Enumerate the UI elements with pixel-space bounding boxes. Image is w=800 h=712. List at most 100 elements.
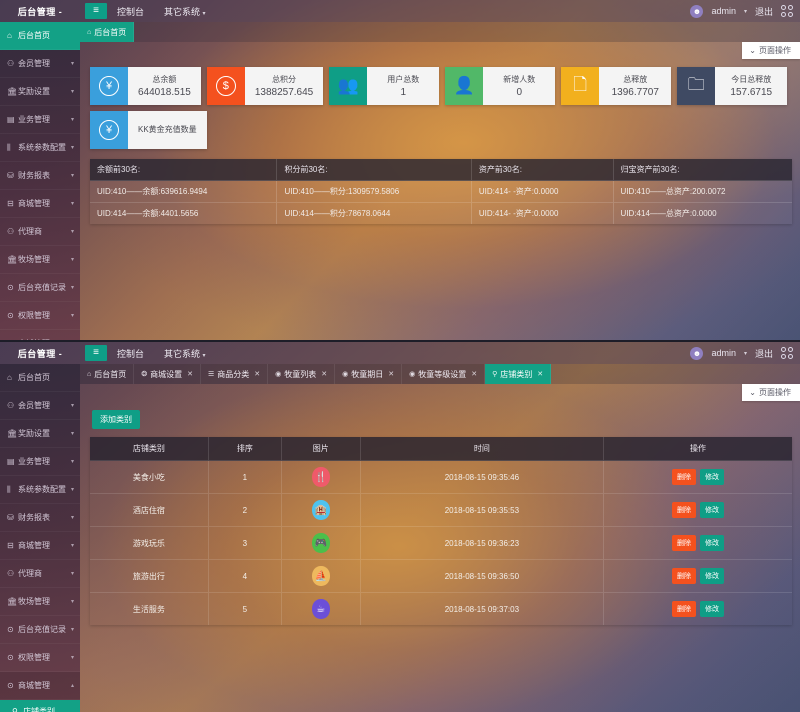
edit-button[interactable]: 修改 <box>700 601 725 617</box>
sidebar-item-3[interactable]: ▤ 业务管理 ▾ <box>0 448 80 476</box>
user-name[interactable]: admin <box>711 348 736 358</box>
stat-card-icon: 🗋 <box>561 67 600 105</box>
stat-card-value: 1 <box>400 87 407 98</box>
stat-card-value: 644018.515 <box>138 87 191 98</box>
close-icon[interactable]: ✕ <box>187 370 193 378</box>
stat-card-0[interactable]: ¥ 总余额 644018.515 <box>90 67 201 105</box>
总余额-icon: ¥ <box>99 76 119 96</box>
stat-card-5[interactable]: 🗀 今日总释放 157.6715 <box>677 67 788 105</box>
tab-0[interactable]: ⌂ 后台首页 <box>80 364 135 384</box>
sidebar-subitem-0[interactable]: ⚲ 店铺类别 <box>0 700 80 712</box>
chevron-down-icon: ▾ <box>743 8 747 15</box>
edit-button[interactable]: 修改 <box>700 535 725 551</box>
sidebar-item-label: 财务报表 <box>18 513 50 522</box>
sidebar-item-7[interactable]: ⚇ 代理商 ▾ <box>0 560 80 588</box>
sidebar-collapse-button[interactable]: ≡ <box>85 3 107 19</box>
edit-button[interactable]: 修改 <box>700 568 725 584</box>
sidebar-collapse-button[interactable]: ≡ <box>85 345 107 361</box>
奖励设置-icon: 🏛 <box>7 87 18 96</box>
sidebar-item-10[interactable]: ⊙ 权限管理 ▾ <box>0 302 80 330</box>
page-ops-label: 页面操作 <box>759 46 791 55</box>
sidebar-item-11[interactable]: ⊙商城管理▾ <box>0 330 80 340</box>
sidebar-item-9[interactable]: ⊙ 后台充值记录 ▾ <box>0 616 80 644</box>
edit-button[interactable]: 修改 <box>700 469 725 485</box>
close-icon[interactable]: ✕ <box>471 370 477 378</box>
category-sort: 3 <box>208 526 282 560</box>
sidebar-item-8[interactable]: 🏛 牧场管理 ▾ <box>0 246 80 274</box>
stat-card-icon: ¥ <box>90 67 128 105</box>
delete-button[interactable]: 删除 <box>672 601 697 617</box>
page-ops-button[interactable]: ⌄ 页面操作 <box>742 384 800 401</box>
stat-card-3[interactable]: 👤 新增人数 0 <box>445 67 556 105</box>
tab-6[interactable]: ⚲ 店铺类别 ✕ <box>485 364 552 384</box>
tab-3[interactable]: ◉ 牧童列表 ✕ <box>268 364 336 384</box>
sidebar-item-4[interactable]: ⫼ 系统参数配置 ▾ <box>0 476 80 504</box>
sidebar-item-label: 商城管理 <box>18 681 50 690</box>
sidebar-item-11[interactable]: ⊙ 商城管理 ▴ <box>0 672 80 700</box>
sidebar-item-9[interactable]: ⊙ 后台充值记录 ▾ <box>0 274 80 302</box>
top-admin-window: 后台管理 - ≡ 控制台 其它系统 ▾ ☻ admin ▾ 退出 ⌂ 后台首页 ⚇ 会… <box>0 0 800 340</box>
sidebar-item-0[interactable]: ⌂ 后台首页 <box>0 22 80 50</box>
category-name: 生活服务 <box>90 592 209 625</box>
stat-card-1[interactable]: $ 总积分 1388257.645 <box>206 67 324 105</box>
sidebar-item-8[interactable]: 🏛 牧场管理 ▾ <box>0 588 80 616</box>
delete-button[interactable]: 删除 <box>672 535 697 551</box>
sidebar-item-3[interactable]: ▤ 业务管理 ▾ <box>0 106 80 134</box>
table-row: 旅游出行 4 ⛵ 2018-08-15 09:36:50 删除 修改 <box>90 559 792 593</box>
avatar: ☻ <box>690 346 704 360</box>
sidebar-item-label: 奖励设置 <box>18 87 50 96</box>
tab-0[interactable]: ⌂ 后台首页 <box>80 22 135 42</box>
nav-link-other-systems[interactable]: 其它系统 ▾ <box>154 347 216 360</box>
stat-card-6[interactable]: ¥ KK黄金充值数量 <box>90 111 207 149</box>
sidebar-item-1[interactable]: ⚇ 会员管理 ▾ <box>0 50 80 78</box>
grid-icon[interactable] <box>781 347 793 359</box>
商城管理-icon: ⊙ <box>7 339 18 340</box>
add-category-button[interactable]: 添加类别 <box>92 410 140 429</box>
stat-card-4[interactable]: 🗋 总释放 1396.7707 <box>561 67 672 105</box>
sidebar-bottom: ⌂ 后台首页 ⚇ 会员管理 ▾ 🏛 奖励设置 ▾ ▤ 业务管理 ▾ ⫼ 系统参数配置 ▾ ⛁ 财务报表 ▾ ⊟ 商城… <box>0 364 80 712</box>
stat-card-title: 今日总释放 <box>731 75 772 84</box>
sidebar-item-6[interactable]: ⊟ 商城管理 ▾ <box>0 532 80 560</box>
sidebar-item-4[interactable]: ⫼ 系统参数配置 ▾ <box>0 134 80 162</box>
category-icon: ☕ <box>311 599 330 619</box>
close-icon[interactable]: ✕ <box>388 370 394 378</box>
nav-link-other-systems[interactable]: 其它系统 ▾ <box>154 5 216 18</box>
tab-icon: ◉ <box>275 371 282 378</box>
sidebar-item-label: 会员管理 <box>18 401 50 410</box>
nav-link-console[interactable]: 控制台 <box>107 5 154 18</box>
grid-icon[interactable] <box>781 5 793 17</box>
sidebar-item-2[interactable]: 🏛 奖励设置 ▾ <box>0 420 80 448</box>
delete-button[interactable]: 删除 <box>672 469 697 485</box>
新增人数-icon: 👤 <box>453 76 475 95</box>
logout-button[interactable]: 退出 <box>755 5 773 18</box>
close-icon[interactable]: ✕ <box>254 370 260 378</box>
sidebar-item-6[interactable]: ⊟ 商城管理 ▾ <box>0 190 80 218</box>
logout-button[interactable]: 退出 <box>755 347 773 360</box>
close-icon[interactable]: ✕ <box>537 370 543 378</box>
tab-5[interactable]: ◉ 牧童等级设置 ✕ <box>402 364 486 384</box>
stat-card-body: 用户总数 1 <box>367 67 440 105</box>
sidebar-item-0[interactable]: ⌂ 后台首页 <box>0 364 80 392</box>
category-image-cell: ☕ <box>281 592 361 625</box>
nav-link-console[interactable]: 控制台 <box>107 347 154 360</box>
sidebar-item-1[interactable]: ⚇ 会员管理 ▾ <box>0 392 80 420</box>
sidebar-item-2[interactable]: 🏛 奖励设置 ▾ <box>0 78 80 106</box>
close-icon[interactable]: ✕ <box>321 370 327 378</box>
tab-1[interactable]: ❂ 商城设置 ✕ <box>134 364 201 384</box>
category-time: 2018-08-15 09:37:03 <box>360 592 605 625</box>
delete-button[interactable]: 删除 <box>672 568 697 584</box>
edit-button[interactable]: 修改 <box>700 502 725 518</box>
tab-4[interactable]: ◉ 牧童期日 ✕ <box>335 364 403 384</box>
sidebar-item-10[interactable]: ⊙ 权限管理 ▾ <box>0 644 80 672</box>
delete-button[interactable]: 删除 <box>672 502 697 518</box>
stat-card-value: 1388257.645 <box>254 87 314 98</box>
sidebar-item-5[interactable]: ⛁ 财务报表 ▾ <box>0 504 80 532</box>
sidebar-item-7[interactable]: ⚇ 代理商 ▾ <box>0 218 80 246</box>
sidebar-item-5[interactable]: ⛁ 财务报表 ▾ <box>0 162 80 190</box>
stat-card-2[interactable]: 👥 用户总数 1 <box>329 67 440 105</box>
user-name[interactable]: admin <box>711 6 736 16</box>
page-ops-button[interactable]: ⌄ 页面操作 <box>742 42 800 59</box>
category-sort: 5 <box>208 592 282 625</box>
tab-2[interactable]: ☰ 商品分类 ✕ <box>200 364 269 384</box>
category-col-header: 操作 <box>603 437 792 461</box>
